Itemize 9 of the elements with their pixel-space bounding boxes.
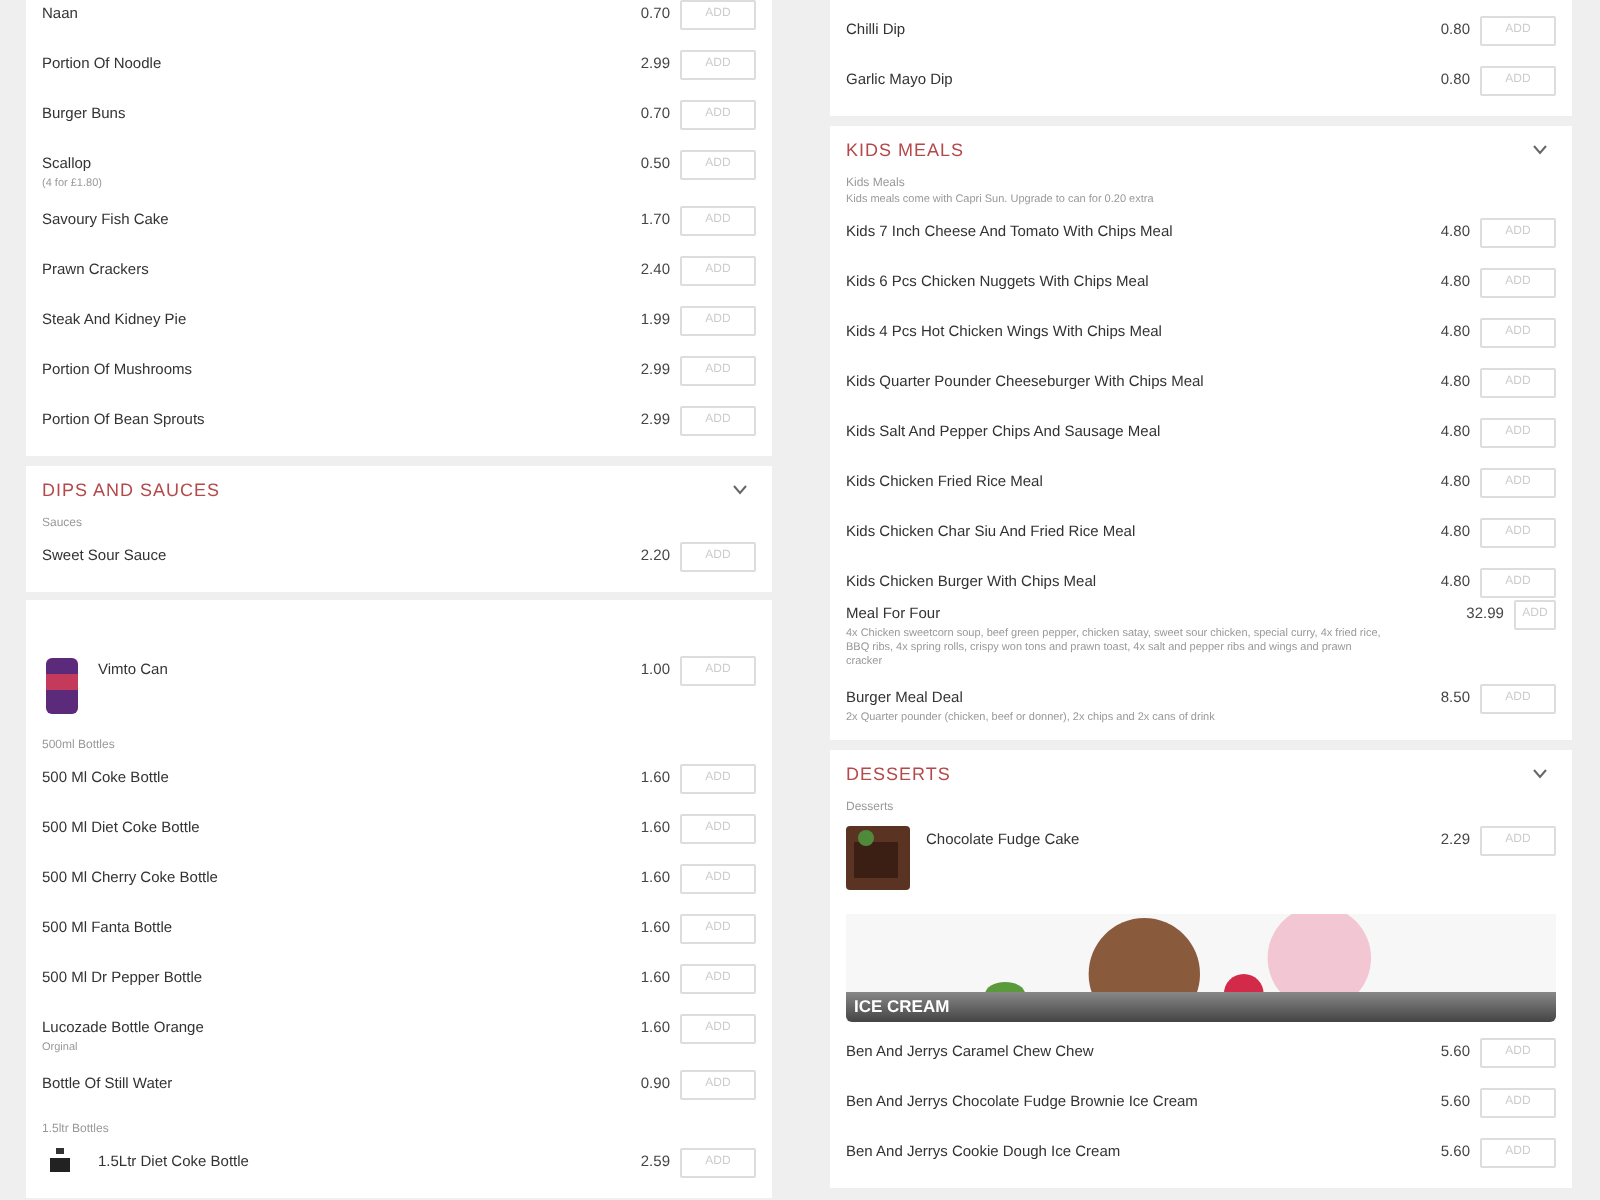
section-title: KIDS MEALS <box>846 138 965 164</box>
cake-photo-placeholder <box>846 826 910 890</box>
can-drawing <box>42 656 82 716</box>
chevron-down-icon[interactable] <box>1532 768 1548 780</box>
chevron-down-icon[interactable] <box>732 484 748 496</box>
section-title: DESSERTS <box>846 762 951 788</box>
section-title: DIPS AND SAUCES <box>42 478 221 504</box>
chevron-down-icon[interactable] <box>1532 144 1548 156</box>
banner-caption: ICE CREAM <box>846 992 1556 1022</box>
